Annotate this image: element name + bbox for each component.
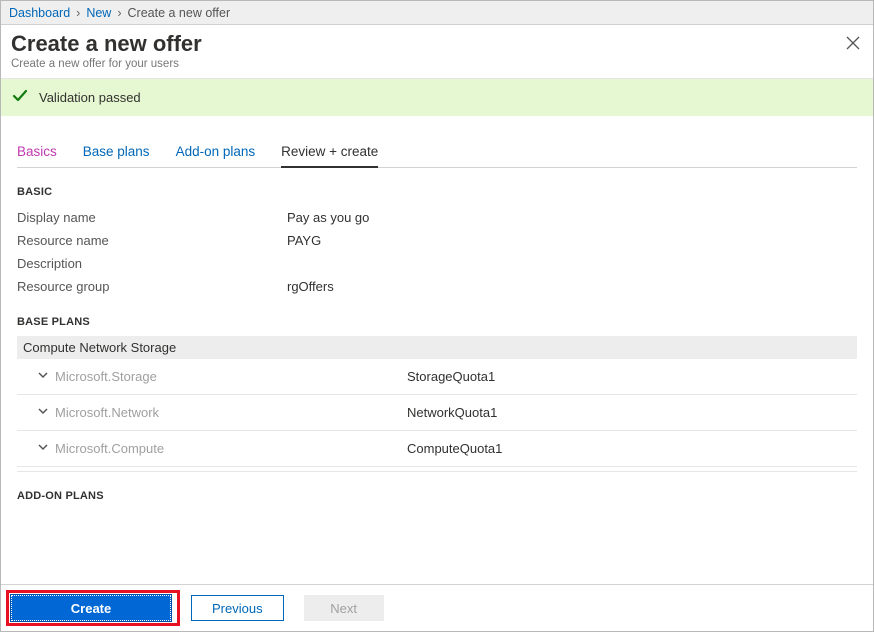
label-description: Description	[17, 256, 287, 271]
label-display-name: Display name	[17, 210, 287, 225]
breadcrumb: Dashboard › New › Create a new offer	[1, 1, 873, 25]
plan-quota-network: NetworkQuota1	[407, 405, 497, 420]
tab-add-on-plans[interactable]: Add-on plans	[176, 138, 256, 167]
tab-review-create[interactable]: Review + create	[281, 138, 378, 167]
close-icon	[846, 36, 860, 50]
row-display-name: Display name Pay as you go	[17, 206, 857, 229]
tab-base-plans[interactable]: Base plans	[83, 138, 150, 167]
previous-button[interactable]: Previous	[191, 595, 284, 621]
page-title: Create a new offer	[11, 31, 863, 57]
chevron-down-icon	[37, 441, 55, 456]
row-resource-group: Resource group rgOffers	[17, 275, 857, 298]
plan-service-network: Microsoft.Network	[55, 405, 407, 420]
plan-row-compute[interactable]: Microsoft.Compute ComputeQuota1	[17, 431, 857, 467]
close-button[interactable]	[843, 33, 863, 53]
row-description: Description	[17, 252, 857, 275]
chevron-right-icon: ›	[117, 6, 121, 20]
create-button[interactable]: Create	[11, 595, 171, 621]
validation-message: Validation passed	[39, 90, 141, 105]
chevron-right-icon: ›	[76, 6, 80, 20]
plan-quota-storage: StorageQuota1	[407, 369, 495, 384]
page-subtitle: Create a new offer for your users	[11, 58, 863, 70]
check-icon	[11, 87, 29, 108]
page-header: Create a new offer Create a new offer fo…	[1, 25, 873, 79]
plan-service-storage: Microsoft.Storage	[55, 369, 407, 384]
plan-row-network[interactable]: Microsoft.Network NetworkQuota1	[17, 395, 857, 431]
section-addon-plans-label: ADD-ON PLANS	[17, 490, 857, 502]
content-area: BASIC Display name Pay as you go Resourc…	[1, 168, 873, 584]
label-resource-name: Resource name	[17, 233, 287, 248]
value-resource-name: PAYG	[287, 233, 321, 248]
breadcrumb-new[interactable]: New	[86, 6, 111, 20]
label-resource-group: Resource group	[17, 279, 287, 294]
tab-basics[interactable]: Basics	[17, 138, 57, 167]
breadcrumb-dashboard[interactable]: Dashboard	[9, 6, 70, 20]
footer: Create Previous Next	[1, 584, 873, 631]
plan-quota-compute: ComputeQuota1	[407, 441, 502, 456]
base-plan-title: Compute Network Storage	[17, 336, 857, 359]
row-resource-name: Resource name PAYG	[17, 229, 857, 252]
validation-banner: Validation passed	[1, 79, 873, 116]
tabs: Basics Base plans Add-on plans Review + …	[17, 138, 857, 168]
section-basic-label: BASIC	[17, 186, 857, 198]
value-resource-group: rgOffers	[287, 279, 334, 294]
plan-service-compute: Microsoft.Compute	[55, 441, 407, 456]
next-button: Next	[304, 595, 384, 621]
divider	[17, 471, 857, 472]
section-base-plans-label: BASE PLANS	[17, 316, 857, 328]
plan-row-storage[interactable]: Microsoft.Storage StorageQuota1	[17, 359, 857, 395]
breadcrumb-current: Create a new offer	[128, 6, 231, 20]
chevron-down-icon	[37, 405, 55, 420]
chevron-down-icon	[37, 369, 55, 384]
value-display-name: Pay as you go	[287, 210, 369, 225]
